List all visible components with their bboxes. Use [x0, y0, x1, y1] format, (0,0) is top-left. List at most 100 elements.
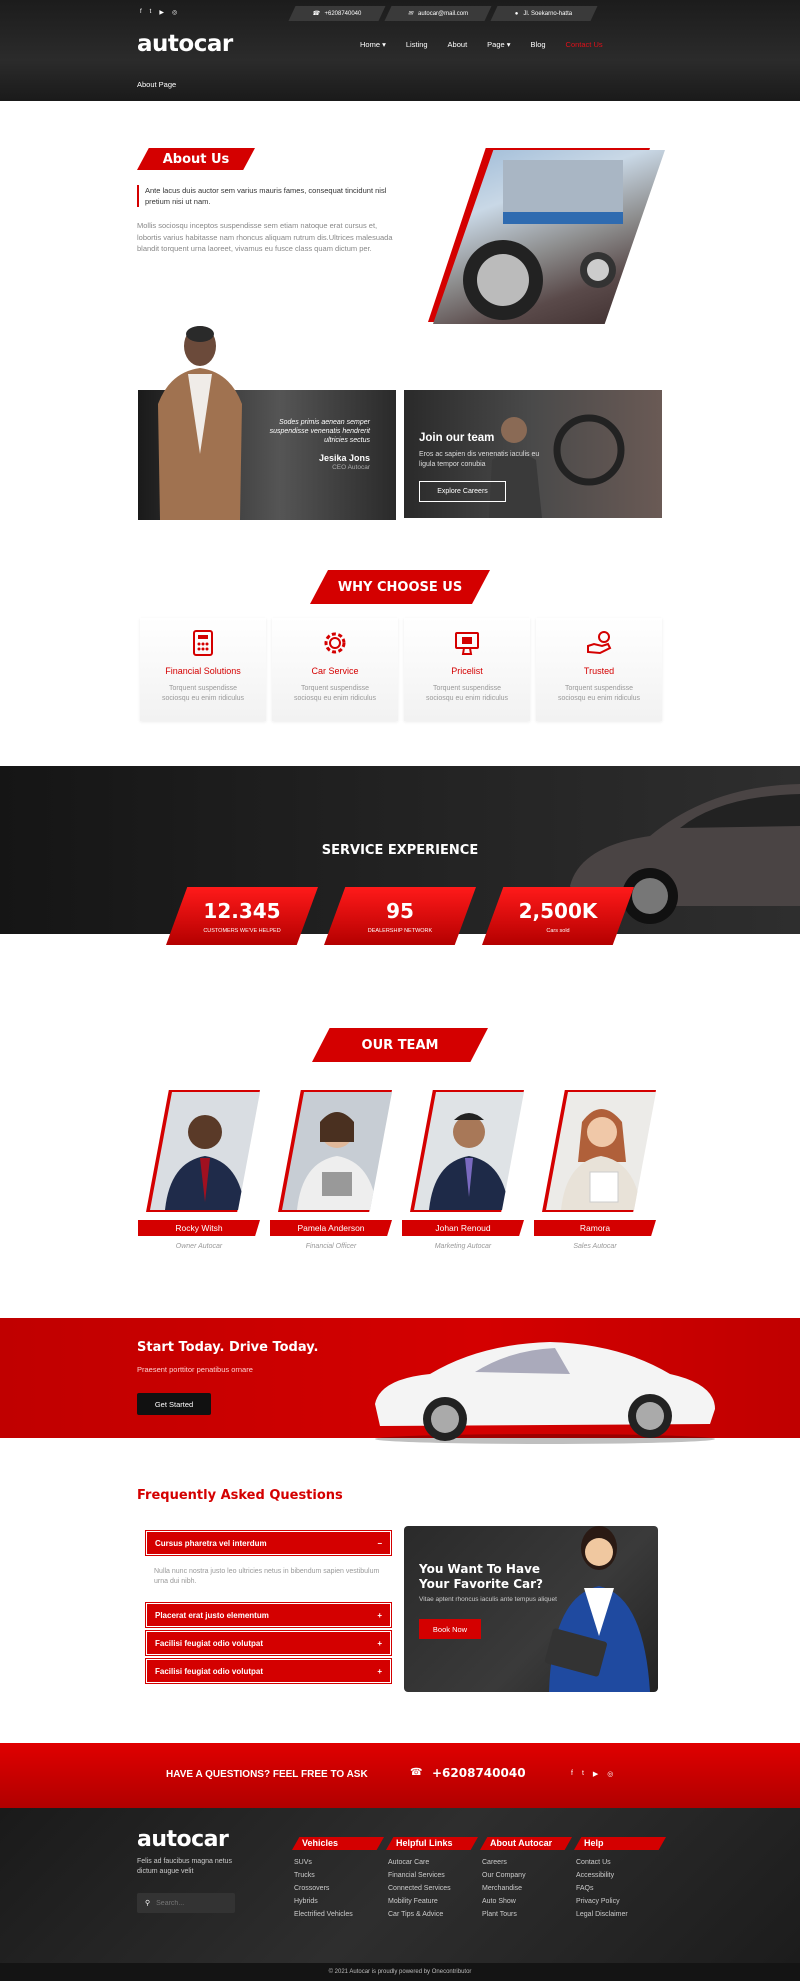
faq-question: Facilisi feugiat odio volutpat — [155, 1666, 264, 1676]
footer-link[interactable]: Autocar Care — [388, 1859, 462, 1866]
member-name: Ramora — [534, 1220, 656, 1236]
email-pill[interactable]: ✉ autocar@mail.com — [384, 6, 492, 21]
footer-link[interactable]: Contact Us — [576, 1859, 650, 1866]
footer-logo[interactable]: autocar — [137, 1827, 229, 1852]
member-name: Rocky Witsh — [138, 1220, 260, 1236]
stat-label: Cars sold — [546, 928, 570, 934]
facebook-icon[interactable]: f — [140, 9, 142, 16]
search-input[interactable] — [156, 1899, 227, 1907]
why-card: Financial Solutions Torquent suspendisse… — [140, 618, 266, 721]
footer-column-title: Help — [574, 1837, 666, 1850]
why-card-title: Trusted — [583, 666, 615, 676]
instagram-icon[interactable]: ◎ — [607, 1770, 613, 1778]
contact-social: f t ▶ ◎ — [571, 1770, 613, 1778]
footer-column-title: Vehicles — [292, 1837, 384, 1850]
faq-item[interactable]: Facilisi feugiat odio volutpat + — [145, 1630, 392, 1656]
faq-item[interactable]: Facilisi feugiat odio volutpat + — [145, 1658, 392, 1684]
faq-question: Placerat erat justo elementum — [155, 1610, 269, 1620]
white-car-image — [375, 1342, 715, 1444]
member-role: Marketing Autocar — [434, 1243, 492, 1250]
faq-item[interactable]: Placerat erat justo elementum + — [145, 1602, 392, 1628]
twitter-icon[interactable]: t — [582, 1770, 584, 1778]
why-card: Trusted Torquent suspendisse sociosqu eu… — [536, 618, 662, 721]
calculator-icon — [193, 630, 213, 656]
twitter-icon[interactable]: t — [150, 9, 152, 16]
faq-item-open[interactable]: Cursus pharetra vel interdum − — [145, 1530, 392, 1556]
footer-link[interactable]: Trucks — [294, 1872, 368, 1879]
member-role: Financial Officer — [305, 1243, 357, 1250]
get-started-button[interactable]: Get Started — [137, 1393, 211, 1415]
nav-about[interactable]: About — [448, 40, 468, 49]
footer-link[interactable]: Privacy Policy — [576, 1898, 650, 1905]
address-pill[interactable]: ● Jl. Soekarno-hatta — [490, 6, 598, 21]
footer-link[interactable]: Financial Services — [388, 1872, 462, 1879]
nav-contact[interactable]: Contact Us — [566, 40, 603, 49]
youtube-icon[interactable]: ▶ — [593, 1770, 598, 1778]
footer-link[interactable]: FAQs — [576, 1885, 650, 1892]
cta-title: Start Today. Drive Today. — [137, 1340, 319, 1355]
footer-link[interactable]: Mobility Feature — [388, 1898, 462, 1905]
service-title: SERVICE EXPERIENCE — [321, 843, 479, 858]
car-showroom-image — [433, 150, 665, 324]
footer-link[interactable]: Our Company — [482, 1872, 556, 1879]
why-card-title: Financial Solutions — [165, 666, 241, 676]
footer-link[interactable]: Car Tips & Advice — [388, 1911, 462, 1918]
promo-card — [404, 1526, 658, 1692]
main-nav: Home ▾ Listing About Page ▾ Blog Contact… — [360, 40, 603, 49]
gear-icon — [324, 632, 346, 654]
nav-home[interactable]: Home ▾ — [360, 40, 386, 49]
footer-column-title: Helpful Links — [386, 1837, 478, 1850]
footer-link[interactable]: Auto Show — [482, 1898, 556, 1905]
plus-icon: + — [377, 1638, 382, 1648]
phone-pill[interactable]: ☎ +6208740040 — [288, 6, 386, 21]
footer-search[interactable]: ⚲ — [137, 1893, 235, 1913]
instagram-icon[interactable]: ◎ — [172, 9, 177, 16]
team-member: Rocky Witsh Owner Autocar — [138, 1090, 260, 1250]
stat-label: CUSTOMERS WE'VE HELPED — [203, 928, 281, 934]
youtube-icon[interactable]: ▶ — [159, 9, 164, 16]
about-lead: Ante lacus duis auctor sem varius mauris… — [137, 185, 392, 207]
footer-link[interactable]: Legal Disclaimer — [576, 1911, 650, 1918]
member-name: Johan Renoud — [402, 1220, 524, 1236]
footer-link[interactable]: Electrified Vehicles — [294, 1911, 368, 1918]
site-logo[interactable]: autocar — [137, 31, 233, 57]
nav-blog[interactable]: Blog — [531, 40, 546, 49]
faq-list: Cursus pharetra vel interdum − Nulla nunc… — [145, 1530, 392, 1684]
nav-listing[interactable]: Listing — [406, 40, 428, 49]
footer-link[interactable]: Connected Services — [388, 1885, 462, 1892]
plus-icon: + — [377, 1610, 382, 1620]
contact-bar-text: HAVE A QUESTIONS? FEEL FREE TO ASK — [166, 1769, 368, 1780]
footer-link[interactable]: Merchandise — [482, 1885, 556, 1892]
facebook-icon[interactable]: f — [571, 1770, 573, 1778]
ceo-role: CEO Autocar — [332, 464, 370, 471]
ceo-quote: Sodes primis aenean semper suspendisse v… — [269, 419, 370, 444]
mail-icon: ✉ — [407, 11, 413, 17]
woman-with-tablet-image — [544, 1526, 650, 1692]
footer-link[interactable]: Hybrids — [294, 1898, 368, 1905]
nav-page[interactable]: Page ▾ — [487, 40, 510, 49]
footer-link[interactable]: SUVs — [294, 1859, 368, 1866]
why-card: Car Service Torquent suspendisse sociosq… — [272, 618, 398, 721]
footer-column: Vehicles SUVs Trucks Crossovers Hybrids … — [286, 1837, 384, 1924]
join-title: Join our team — [419, 432, 495, 444]
plus-icon: + — [377, 1666, 382, 1676]
faq-title: Frequently Asked Questions — [137, 1488, 343, 1503]
member-role: Sales Autocar — [573, 1243, 617, 1250]
team-member: Johan Renoud Marketing Autocar — [402, 1090, 524, 1250]
social-links: f t ▶ ◎ — [140, 9, 177, 16]
footer-link[interactable]: Careers — [482, 1859, 556, 1866]
contact-bar-phone[interactable]: +6208740040 — [432, 1766, 526, 1780]
why-card-text: Torquent suspendisse sociosqu eu enim ri… — [425, 685, 509, 702]
why-card-text: Torquent suspendisse sociosqu eu enim ri… — [293, 685, 377, 702]
book-now-button[interactable]: Book Now — [419, 1619, 481, 1639]
footer-link[interactable]: Plant Tours — [482, 1911, 556, 1918]
footer-link[interactable]: Crossovers — [294, 1885, 368, 1892]
member-name: Pamela Anderson — [270, 1220, 392, 1236]
faq-question: Facilisi feugiat odio volutpat — [155, 1638, 264, 1648]
stat-dealership: 95 DEALERSHIP NETWORK — [324, 887, 476, 945]
contact-bar — [0, 1743, 800, 1808]
explore-careers-button[interactable]: Explore Careers — [419, 481, 506, 502]
footer-link[interactable]: Accessibility — [576, 1872, 650, 1879]
copyright: © 2021 Autocar is proudly powered by One… — [0, 1963, 800, 1981]
stat-label: DEALERSHIP NETWORK — [367, 928, 433, 934]
